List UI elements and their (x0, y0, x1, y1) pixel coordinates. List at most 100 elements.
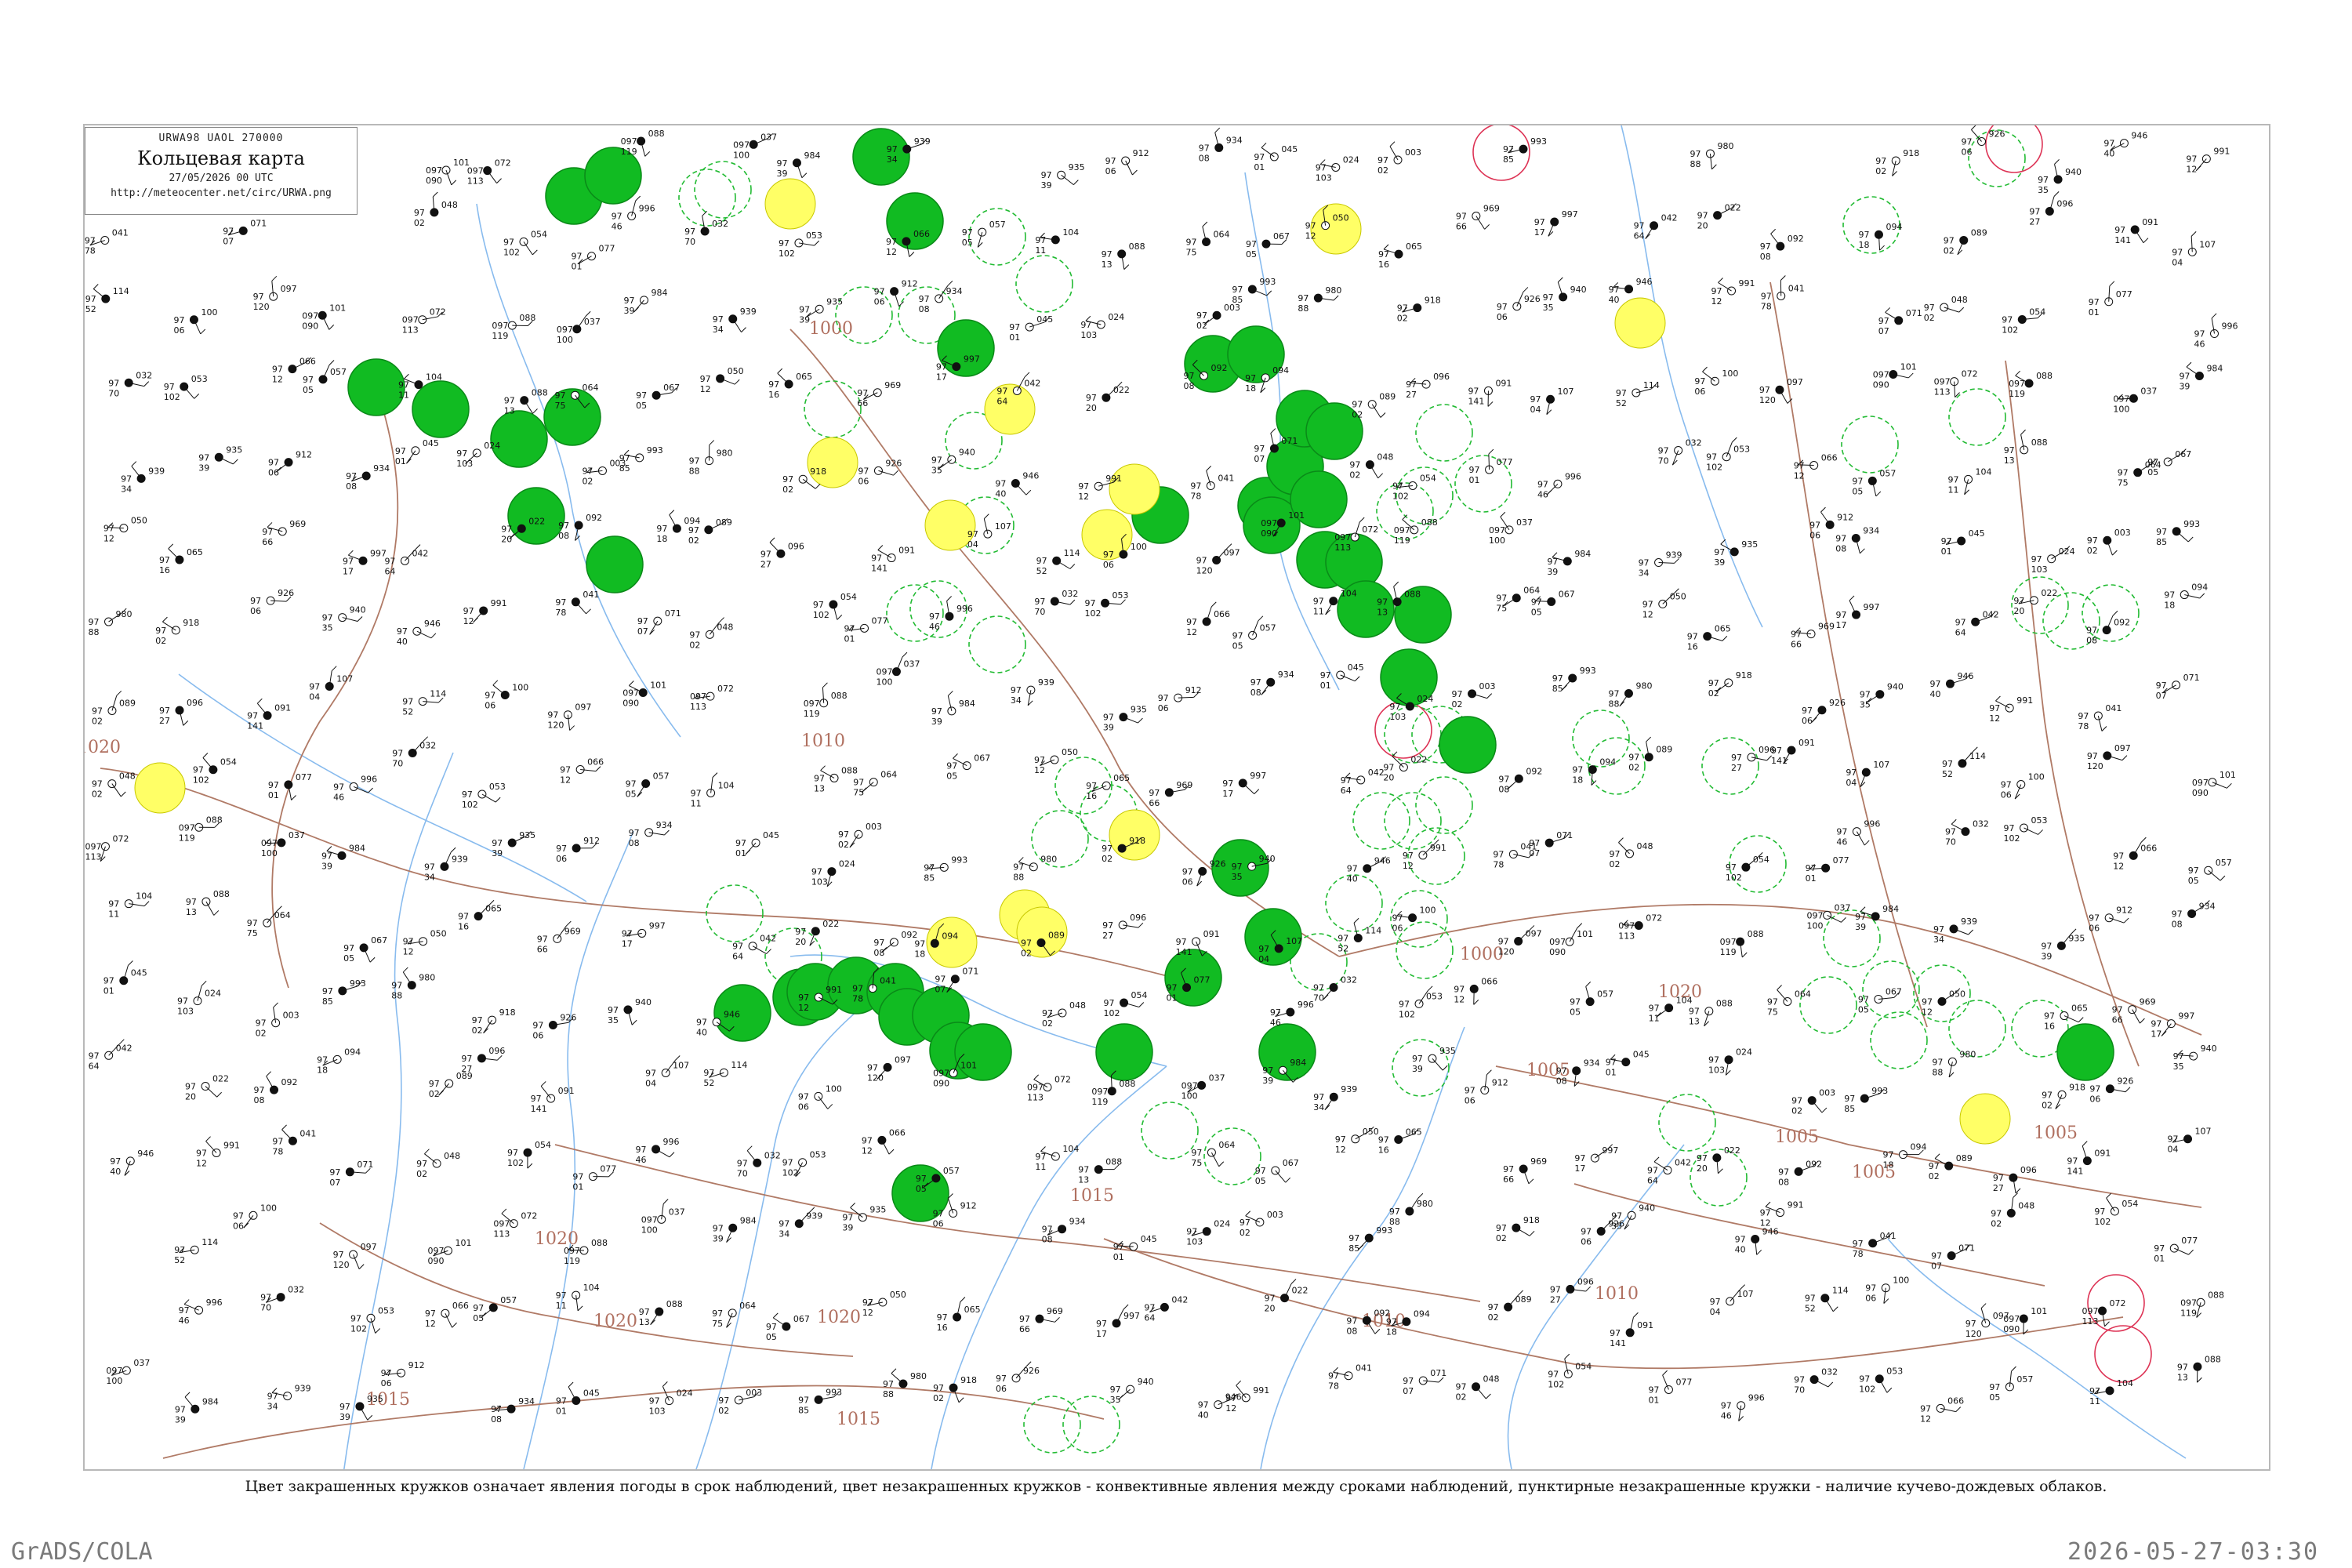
weather-station: 0949718 (1572, 757, 1616, 786)
station-dewpoint: 02 (1397, 314, 1408, 324)
station-weather-code: 97 (2089, 297, 2100, 307)
station-weather-code: 97 (1246, 239, 1257, 249)
station-pressure: 088 (1129, 241, 1145, 252)
convective-ring-red (1374, 701, 1432, 759)
station-pressure: 045 (583, 1388, 600, 1398)
station-weather-code: 97 (2112, 1005, 2123, 1015)
station-dewpoint: 100 (1807, 920, 1824, 931)
station-weather-code: 97 (1186, 617, 1197, 627)
station-weather-code: 097 (641, 1214, 658, 1225)
station-dewpoint: 102 (1085, 608, 1102, 619)
wind-feather-icon (1214, 127, 1221, 133)
weather-station: 02497103 (2031, 546, 2075, 575)
station-weather-code: 97 (2113, 851, 2124, 861)
station-pressure: 100 (201, 307, 217, 318)
weather-station: 9409735 (1543, 277, 1587, 313)
wind-feather-icon (1741, 952, 1748, 958)
weather-station: 0419778 (85, 228, 129, 256)
station-dewpoint: 07 (1931, 1261, 1942, 1272)
weather-circle-green (1095, 1023, 1153, 1081)
station-pressure: 053 (806, 230, 822, 241)
weather-station: 072097113 (690, 684, 734, 712)
station-dewpoint: 113 (1618, 931, 1635, 942)
wind-barb-icon (1371, 404, 1381, 418)
station-dewpoint: 05 (636, 401, 647, 411)
wind-feather-icon (120, 791, 126, 797)
isobar-label: 1020 (817, 1308, 861, 1327)
station-pressure: 072 (1362, 524, 1378, 535)
weather-station: 9349708 (1835, 525, 1879, 554)
wind-feather-icon (1266, 290, 1272, 296)
station-dewpoint: 88 (1389, 1217, 1400, 1227)
station-weather-code: 97 (333, 1250, 344, 1260)
wind-feather-icon (430, 633, 437, 639)
wind-feather-icon (266, 1071, 272, 1077)
station-dewpoint: 12 (1922, 1007, 1933, 1017)
station-weather-code: 97 (233, 1210, 244, 1221)
wind-feather-icon (216, 1091, 222, 1098)
station-dewpoint: 11 (2089, 1396, 2100, 1406)
station-pressure: 071 (2183, 673, 2200, 683)
station-pressure: 092 (1211, 363, 1228, 373)
wind-feather-icon (184, 1392, 191, 1398)
station-pressure: 940 (350, 605, 366, 615)
wind-feather-icon (2140, 837, 2147, 843)
station-weather-code: 097 (564, 1246, 580, 1256)
station-weather-code: 97 (1610, 849, 1621, 859)
station-pressure: 918 (1129, 836, 1145, 846)
station-weather-code: 97 (1078, 481, 1089, 492)
weather-station: 05497102 (2002, 307, 2045, 336)
station-pressure: 041 (1218, 474, 1234, 484)
station-pressure: 054 (2029, 307, 2045, 318)
station-dewpoint: 39 (1547, 567, 1558, 577)
map-title-box: URWA98 UAOL 270000 Кольцевая карта 27/05… (85, 127, 358, 215)
weather-station: 9189702 (1397, 296, 1441, 324)
station-pressure: 980 (116, 609, 132, 619)
station-pressure: 097 (1787, 377, 1803, 387)
station-pressure: 991 (491, 598, 507, 608)
station-pressure: 064 (1218, 1140, 1235, 1150)
weather-station: 9919712 (1403, 839, 1446, 871)
weather-station: 0779701 (2154, 1236, 2198, 1264)
station-dewpoint: 17 (1096, 1329, 1107, 1339)
weather-station: 0969727 (159, 698, 203, 726)
weather-station: 0949718 (2164, 583, 2208, 611)
station-weather-code: 097 (1873, 370, 1889, 380)
station-weather-code: 97 (403, 937, 414, 947)
station-dewpoint: 64 (1634, 231, 1645, 241)
wind-feather-icon (2161, 1031, 2167, 1036)
station-weather-code: 097 (933, 1069, 949, 1079)
weather-station: 0679705 (343, 935, 387, 964)
wind-barb-icon (849, 833, 859, 848)
station-weather-code: 97 (1642, 599, 1653, 609)
station-symbol-icon (902, 144, 912, 154)
station-weather-code: 97 (485, 691, 495, 701)
weather-station: 0489702 (1456, 1374, 1500, 1403)
weather-station: 1049711 (108, 891, 152, 920)
wind-barb-icon (1432, 1058, 1443, 1071)
station-dewpoint: 27 (2029, 217, 2040, 227)
station-pressure: 940 (2065, 167, 2082, 177)
wind-feather-icon (2186, 361, 2192, 368)
station-symbol-icon (1413, 303, 1422, 313)
station-weather-code: 97 (1254, 152, 1265, 162)
station-pressure: 935 (1439, 1046, 1456, 1056)
weather-station: 9399734 (1933, 916, 1977, 945)
station-pressure: 980 (1959, 1049, 1976, 1059)
weather-station: 0969727 (1102, 913, 1146, 941)
station-weather-code: 97 (1858, 994, 1869, 1004)
station-weather-code: 97 (1103, 713, 1114, 723)
station-weather-code: 97 (995, 478, 1006, 488)
weather-station: 9189702 (1875, 148, 1919, 176)
station-weather-code: 97 (262, 527, 273, 537)
station-pressure: 053 (1886, 1367, 1903, 1377)
station-dewpoint: 18 (1572, 775, 1583, 786)
wind-feather-icon (586, 608, 591, 615)
station-dewpoint: 113 (493, 1229, 510, 1240)
weather-station: 9849739 (776, 151, 820, 179)
wind-barb-icon (746, 1150, 758, 1163)
weather-station: 02497103 (811, 859, 855, 887)
weather-station: 05397102 (1085, 590, 1129, 619)
station-pressure: 092 (281, 1077, 298, 1087)
wind-feather-icon (357, 616, 363, 622)
